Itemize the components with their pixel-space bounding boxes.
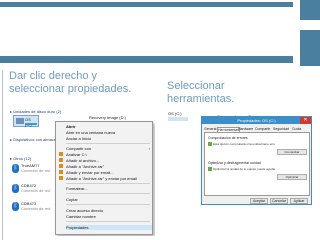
recovery-drive-label[interactable]: Recovery Image (D:) [89, 115, 126, 120]
menu-item-add-rar-email[interactable]: Añadir a "Archive.rar" y enviar por emai… [66, 176, 152, 181]
menu-item-open[interactable]: Abrir [66, 124, 152, 129]
device-sub: Conexión de red [21, 206, 51, 211]
device-item[interactable]: ᛒ CDB473 Conexión de red [12, 201, 52, 213]
check-button[interactable]: Comprobar [277, 149, 307, 155]
group-error-check-text: Esta opción comprobará si la unidad tien… [213, 142, 275, 146]
ok-button[interactable]: Aceptar [250, 198, 268, 204]
bluetooth-icon: ᛒ [12, 164, 19, 173]
decorative-top-bar [0, 2, 293, 7]
bluetooth-icon: ᛒ [12, 184, 19, 193]
decorative-left-line [2, 70, 3, 240]
hard-drive-icon [16, 118, 24, 124]
menu-item-add-archive[interactable]: Añadir al archivo... [66, 158, 152, 163]
drive-selection[interactable] [168, 117, 188, 121]
drive-c-label: OS (C:) [25, 117, 32, 127]
menu-item-share-with[interactable]: Compartir con › [66, 146, 152, 151]
dialog-title: Propiedades: OS (C:) [202, 117, 311, 124]
menu-item-copy[interactable]: Copiar [66, 197, 152, 202]
decorative-mid-square [300, 30, 320, 66]
menu-item-rename[interactable]: Cambiar nombre [66, 214, 152, 219]
drive-c[interactable]: OS (C:) [13, 115, 39, 127]
scan-icon [59, 152, 63, 156]
menu-item-create-shortcut[interactable]: Crear acceso directo [66, 208, 152, 213]
menu-separator [66, 193, 150, 194]
check-disk-icon [208, 142, 212, 146]
archive-icon [59, 176, 63, 180]
device-sub: Conexión de red [21, 188, 51, 193]
decorative-mid-bar [0, 56, 293, 63]
archive-icon [59, 158, 63, 162]
submenu-arrow-icon: › [148, 146, 150, 151]
menu-separator [66, 143, 150, 144]
properties-dialog: Propiedades: OS (C:) ✕ General Herramien… [201, 116, 312, 205]
menu-item-properties[interactable]: Propiedades [66, 225, 152, 230]
optimize-button[interactable]: Optimizar [277, 174, 307, 180]
caption-select-tools: Seleccionar herramientas. [167, 80, 234, 106]
device-item[interactable]: ᛒ CDB472 Conexión de red [12, 183, 52, 195]
menu-separator [66, 221, 150, 222]
bluetooth-icon: ᛒ [12, 202, 19, 211]
caption-right-click-line2: seleccionar propiedades. [9, 83, 132, 95]
drive-c-label[interactable]: OS (C:) [168, 111, 182, 116]
defrag-icon [208, 167, 212, 171]
caption-select-tools-line2: herramientas. [167, 93, 235, 105]
context-menu: Abrir Abrir en una ventana nueva Anclar … [55, 121, 153, 235]
menu-item-pin-start[interactable]: Anclar a Inicio [66, 136, 152, 141]
menu-item-open-new-window[interactable]: Abrir en una ventana nueva [66, 130, 152, 135]
cancel-button[interactable]: Cancelar [270, 198, 288, 204]
group-error-check-label: Comprobación de errores [208, 136, 248, 140]
menu-item-add-rar[interactable]: Añadir a "Archive.rar" [66, 164, 152, 169]
apply-button[interactable]: Aplicar [290, 198, 308, 204]
menu-item-scan[interactable]: Analizar C:\ [66, 152, 152, 157]
section-hard-drives: ▸ Unidades de disco duro (2) [10, 109, 62, 114]
tools-panel: Comprobación de errores Esta opción comp… [204, 132, 310, 196]
close-icon[interactable]: ✕ [300, 117, 311, 124]
caption-select-tools-line1: Seleccionar [167, 80, 225, 92]
device-sub: Conexión de red [21, 168, 51, 173]
caption-right-click: Dar clic derecho y seleccionar propiedad… [9, 70, 131, 96]
decorative-top-square [300, 0, 320, 20]
archive-icon [59, 170, 63, 174]
properties-screenshot: OS (C:) Recovery Image (D:) Propiedades:… [165, 110, 317, 205]
drive-usage-bar [25, 123, 37, 125]
menu-item-add-email[interactable]: Añadir y enviar por email... [66, 170, 152, 175]
menu-separator [66, 204, 150, 205]
group-optimize-label: Optimizar y desfragmentar unidad [208, 161, 261, 165]
device-item[interactable]: ᛒ TrueAM77 Conexión de red [12, 163, 52, 175]
menu-separator [66, 183, 150, 184]
caption-right-click-line1: Dar clic derecho y [9, 70, 98, 82]
group-optimize-text: Optimizar la unidad de tu equipo puede a… [213, 167, 275, 171]
archive-icon [59, 164, 63, 168]
section-other: ▸ Otros (12) [10, 156, 32, 161]
menu-item-share-with-label: Compartir con [66, 146, 92, 151]
explorer-screenshot: ▸ Unidades de disco duro (2) OS (C:) Rec… [7, 108, 155, 236]
menu-item-format[interactable]: Formatear... [66, 186, 152, 191]
